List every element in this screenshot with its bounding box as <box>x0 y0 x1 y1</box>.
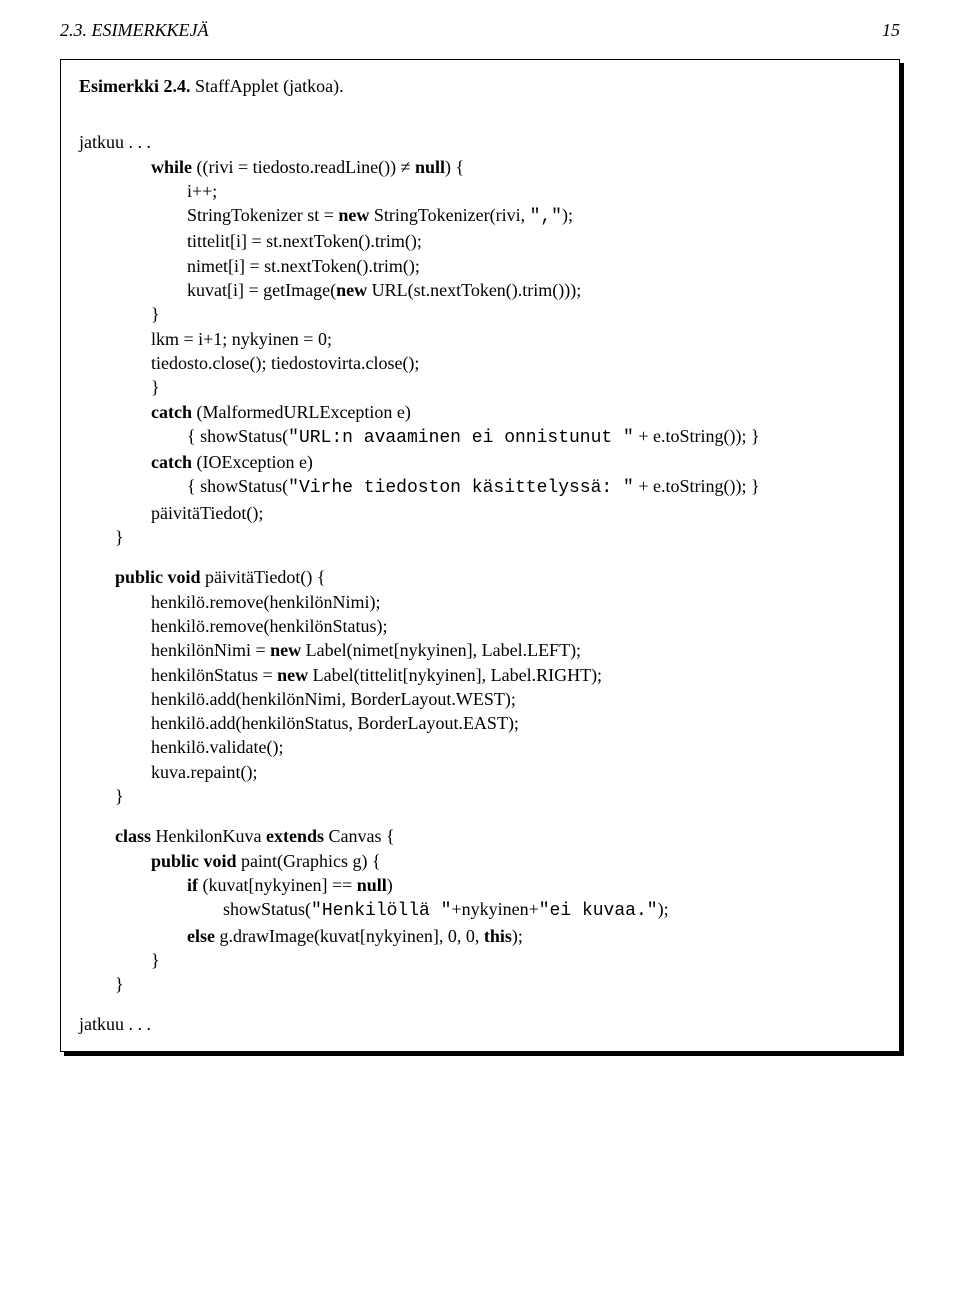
code-line: { showStatus("URL:n avaaminen ei onnistu… <box>79 424 881 450</box>
code-line: henkilö.remove(henkilönStatus); <box>79 614 881 638</box>
code-line: public void paint(Graphics g) { <box>79 849 881 873</box>
code-line: StringTokenizer st = new StringTokenizer… <box>79 203 881 229</box>
code-line: else g.drawImage(kuvat[nykyinen], 0, 0, … <box>79 924 881 948</box>
example-title: Esimerkki 2.4. StaffApplet (jatkoa). <box>79 74 881 98</box>
code-line: päivitäTiedot(); <box>79 501 881 525</box>
code-line: henkilönNimi = new Label(nimet[nykyinen]… <box>79 638 881 662</box>
code-line: henkilö.add(henkilönStatus, BorderLayout… <box>79 711 881 735</box>
code-line: henkilö.validate(); <box>79 735 881 759</box>
code-line: catch (MalformedURLException e) <box>79 400 881 424</box>
code-line: catch (IOException e) <box>79 450 881 474</box>
page-header: 2.3. ESIMERKKEJÄ 15 <box>60 20 900 41</box>
code-line: lkm = i+1; nykyinen = 0; <box>79 327 881 351</box>
code-line: henkilö.add(henkilönNimi, BorderLayout.W… <box>79 687 881 711</box>
code-line: } <box>79 302 881 326</box>
code-line: tittelit[i] = st.nextToken().trim(); <box>79 229 881 253</box>
section-label: 2.3. ESIMERKKEJÄ <box>60 20 208 41</box>
page-number: 15 <box>882 20 900 41</box>
continues-top: jatkuu . . . <box>79 130 881 154</box>
page: 2.3. ESIMERKKEJÄ 15 Esimerkki 2.4. Staff… <box>0 0 960 1092</box>
code-line: henkilönStatus = new Label(tittelit[nyky… <box>79 663 881 687</box>
code-example-box: Esimerkki 2.4. StaffApplet (jatkoa). jat… <box>60 59 900 1052</box>
code-line: kuva.repaint(); <box>79 760 881 784</box>
code-line: } <box>79 375 881 399</box>
example-name: StaffApplet (jatkoa). <box>191 76 344 96</box>
code-line: tiedosto.close(); tiedostovirta.close(); <box>79 351 881 375</box>
code-line: henkilö.remove(henkilönNimi); <box>79 590 881 614</box>
code-line: public void päivitäTiedot() { <box>79 565 881 589</box>
code-line: i++; <box>79 179 881 203</box>
code-line: } <box>79 972 881 996</box>
code-line: if (kuvat[nykyinen] == null) <box>79 873 881 897</box>
example-number: Esimerkki 2.4. <box>79 76 191 96</box>
code-line: } <box>79 784 881 808</box>
code-line: kuvat[i] = getImage(new URL(st.nextToken… <box>79 278 881 302</box>
code-line: while ((rivi = tiedosto.readLine()) ≠ nu… <box>79 155 881 179</box>
code-line: } <box>79 948 881 972</box>
code-line: } <box>79 525 881 549</box>
code-line: { showStatus("Virhe tiedoston käsittelys… <box>79 474 881 500</box>
code-line: class HenkilonKuva extends Canvas { <box>79 824 881 848</box>
code-line: showStatus("Henkilöllä "+nykyinen+"ei ku… <box>79 897 881 923</box>
code-line: nimet[i] = st.nextToken().trim(); <box>79 254 881 278</box>
continues-bottom: jatkuu . . . <box>79 1012 881 1036</box>
